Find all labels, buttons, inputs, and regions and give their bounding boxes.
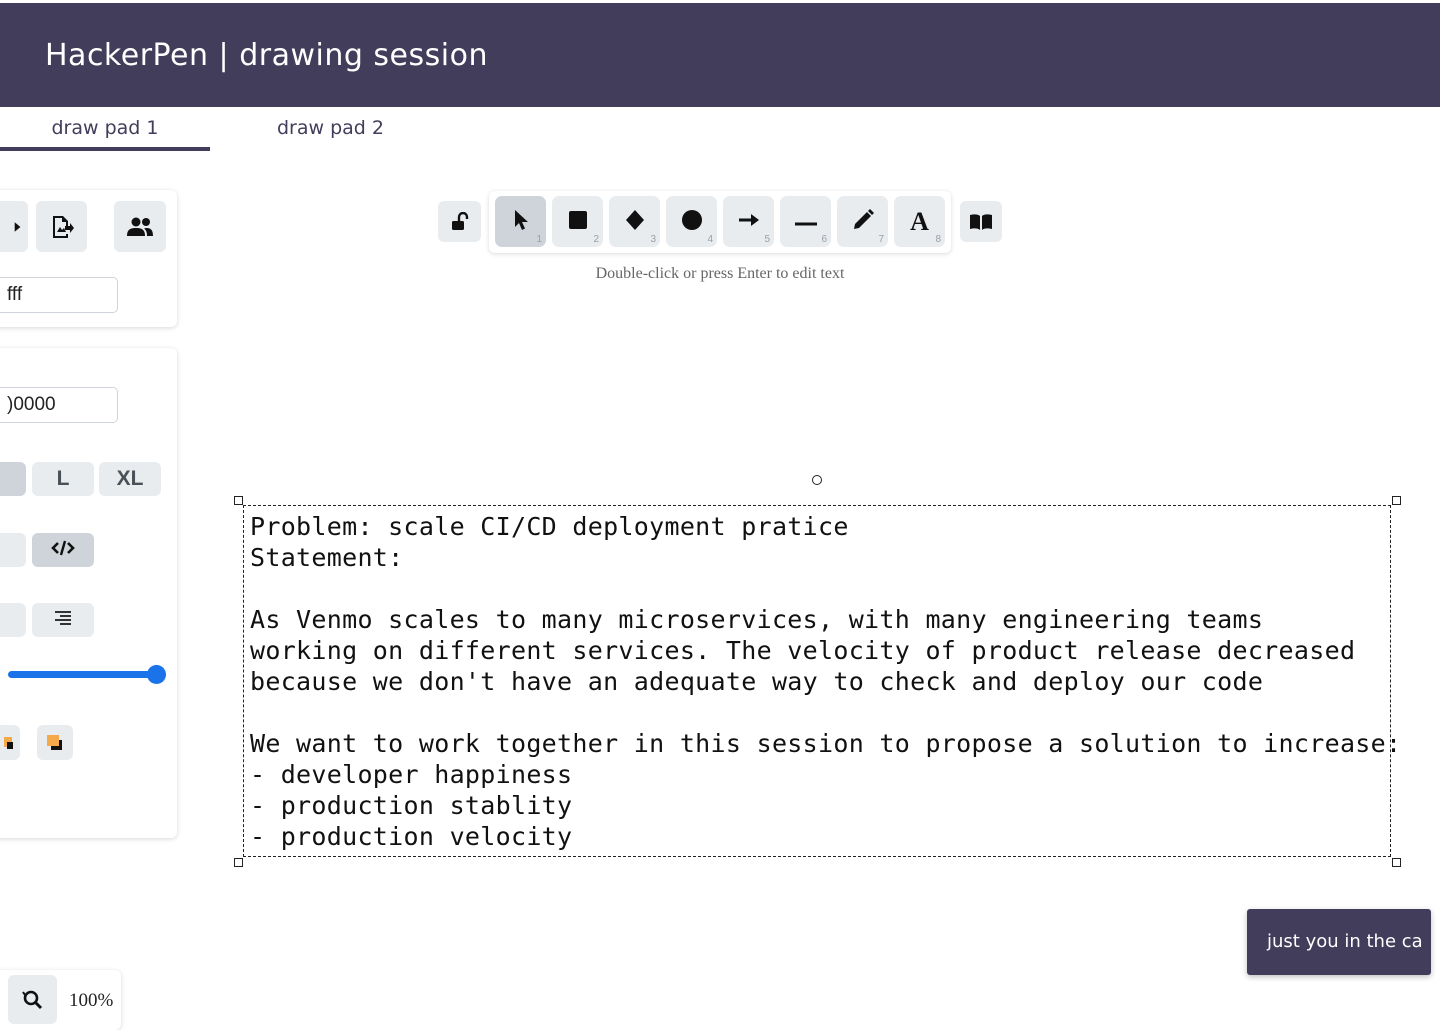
tool-text[interactable]: A 8 [894,196,945,247]
collaborators-toast: just you in the ca [1247,909,1431,975]
send-backward-icon[interactable] [0,725,20,760]
text-line: Statement: [250,543,404,572]
text-line: We want to work together in this session… [250,729,1402,758]
text-line: - production stablity [250,791,573,820]
rectangle-icon [568,210,588,234]
tool-line[interactable]: 6 [780,196,831,247]
resize-handle-sw[interactable] [234,858,243,867]
diamond-icon [624,209,646,235]
align-right-icon [53,608,73,632]
code-font-button[interactable] [32,533,94,567]
text-line: As Venmo scales to many microservices, w… [250,605,1264,634]
shortcut-key: 7 [878,234,884,245]
collaborators-icon[interactable] [114,201,166,252]
opacity-slider[interactable] [8,671,158,678]
export-icon[interactable] [0,201,28,252]
shortcut-key: 3 [650,234,656,245]
pointer-icon [512,209,530,235]
font-family-button[interactable] [0,533,26,567]
text-line: working on different services. The veloc… [250,636,1356,665]
stroke-color-field[interactable]: )0000 [0,387,118,423]
shortcut-key: 8 [935,234,941,245]
align-center-button[interactable] [0,603,26,637]
font-size-xl-button[interactable]: XL [99,462,161,496]
text-icon: A [910,206,929,236]
pencil-icon [852,208,874,235]
background-color-field[interactable]: fff [0,277,118,313]
text-line: - developer happiness [250,760,573,789]
text-line [250,697,1395,728]
zoom-level: 100% [69,990,114,1011]
font-size-m-button[interactable] [0,462,26,496]
unlock-icon[interactable] [438,201,481,242]
text-line: Problem: scale CI/CD deployment pratice [250,512,849,541]
tool-pencil[interactable]: 7 [837,196,888,247]
bring-forward-icon[interactable] [37,725,73,760]
tool-rectangle[interactable]: 2 [552,196,603,247]
export-image-icon[interactable] [36,201,87,252]
tool-ellipse[interactable]: 4 [666,196,717,247]
tool-diamond[interactable]: 3 [609,196,660,247]
app-title: HackerPen | drawing session [45,38,488,73]
arrow-icon [738,212,760,231]
shortcut-key: 6 [821,234,827,245]
tool-select[interactable]: 1 [495,196,546,247]
toast-text: just you in the ca [1267,931,1423,952]
shortcut-key: 2 [593,234,599,245]
resize-handle-se[interactable] [1392,858,1401,867]
edit-hint: Double-click or press Enter to edit text [595,265,845,282]
line-icon [794,212,818,231]
tab-draw-pad-2[interactable]: draw pad 2 [238,115,423,151]
rotation-handle[interactable] [812,475,822,485]
app-header: HackerPen | drawing session [0,3,1440,107]
text-line: - production velocity [250,822,573,851]
tab-draw-pad-1[interactable]: draw pad 1 [0,115,210,151]
shortcut-key: 1 [536,234,542,245]
resize-handle-nw[interactable] [234,496,243,505]
reset-zoom-icon[interactable] [8,975,57,1024]
text-line [250,573,1395,604]
align-right-button[interactable] [32,603,94,637]
font-size-l-button[interactable]: L [32,462,94,496]
text-line: because we don't have an adequate way to… [250,667,1264,696]
canvas-text-element[interactable]: Problem: scale CI/CD deployment pratice … [250,511,1402,852]
library-icon[interactable] [960,201,1002,242]
shortcut-key: 4 [707,234,713,245]
shortcut-key: 5 [764,234,770,245]
resize-handle-ne[interactable] [1392,496,1401,505]
ellipse-icon [681,209,703,235]
code-icon [51,538,75,562]
opacity-slider-thumb[interactable] [147,665,166,684]
tool-arrow[interactable]: 5 [723,196,774,247]
